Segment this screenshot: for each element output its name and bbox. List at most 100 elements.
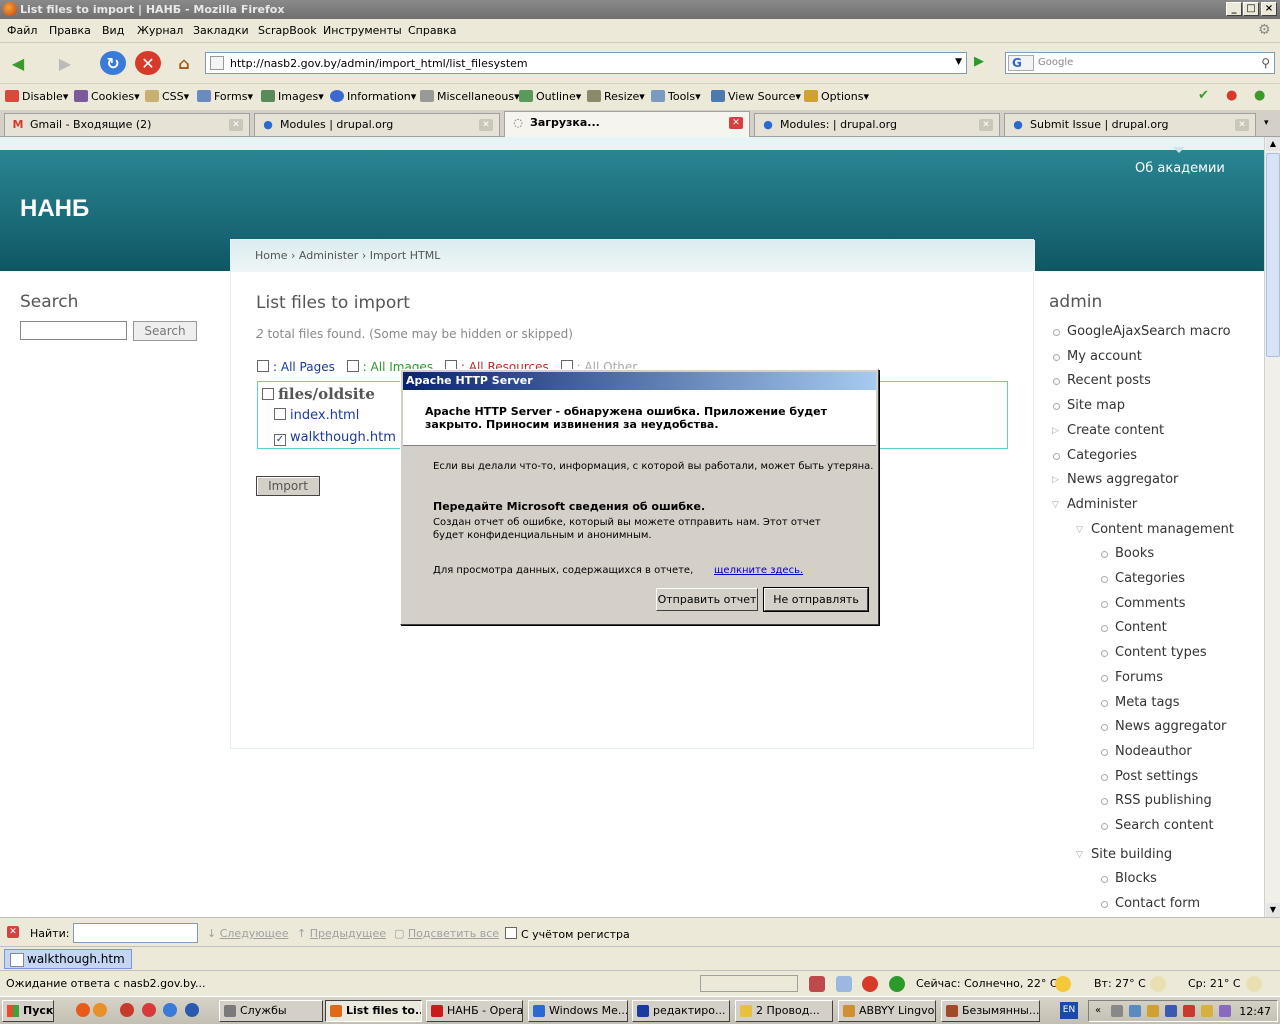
menu-help[interactable]: Справка <box>408 24 456 37</box>
admin-nav-item[interactable]: ▽ Site building <box>1076 847 1172 862</box>
window-title-bar[interactable]: List files to import | НАНБ - Mozilla Fi… <box>0 0 1280 19</box>
dev-outline[interactable]: Outline▾ <box>519 90 581 103</box>
url-bar[interactable]: http://nasb2.gov.by/admin/import_html/li… <box>205 52 967 74</box>
tab-close-icon[interactable]: ✕ <box>1235 119 1249 131</box>
menu-history[interactable]: Журнал <box>137 24 183 37</box>
tray-app-icon[interactable] <box>1147 1005 1159 1017</box>
dev-disable[interactable]: Disable▾ <box>5 90 68 103</box>
find-previous-button[interactable]: ↑ Предыдущее <box>297 927 386 940</box>
taskbar-item[interactable]: НАНБ - Opera <box>426 1000 523 1022</box>
menu-tools[interactable]: Инструменты <box>323 24 402 37</box>
dev-tools[interactable]: Tools▾ <box>651 90 701 103</box>
menu-scrapbook[interactable]: ScrapBook <box>258 24 317 37</box>
folder-checkbox[interactable] <box>262 388 274 400</box>
close-button[interactable]: × <box>1261 2 1277 16</box>
css-valid-icon[interactable]: ✔ <box>1198 88 1209 103</box>
taskbar-item[interactable]: ABBYY Lingvo <box>838 1000 936 1022</box>
back-arrow-icon[interactable]: ◀ <box>5 51 31 75</box>
import-button[interactable]: Import <box>256 476 320 496</box>
admin-nav-item[interactable]: News aggregator <box>1101 719 1226 734</box>
dialog-view-link[interactable]: щелкните здесь. <box>714 565 803 576</box>
find-input[interactable] <box>73 923 198 943</box>
site-search-input[interactable] <box>20 321 127 340</box>
scroll-thumb[interactable] <box>1266 153 1280 357</box>
scroll-up-icon[interactable]: ▲ <box>1266 137 1280 151</box>
forward-arrow-icon[interactable]: ▶ <box>52 51 78 75</box>
tab-close-icon[interactable]: ✕ <box>979 119 993 131</box>
weather-today[interactable]: Сейчас: Солнечно, 22° C <box>916 977 1058 990</box>
online-status-icon[interactable] <box>889 976 905 992</box>
maximize-button[interactable]: □ <box>1243 2 1259 16</box>
tray-antivirus-icon[interactable] <box>1183 1005 1195 1017</box>
go-arrow-icon[interactable]: ▶ <box>974 54 992 72</box>
reload-icon[interactable]: ↻ <box>100 51 126 75</box>
page-scrollbar[interactable]: ▲ ▼ <box>1264 137 1280 917</box>
admin-nav-item[interactable]: Books <box>1101 546 1154 561</box>
taskbar-item[interactable]: редактиро... <box>632 1000 730 1022</box>
tab-drupal-modules[interactable]: ● Modules | drupal.org ✕ <box>254 113 500 136</box>
admin-nav-item[interactable]: Nodeauthor <box>1101 744 1192 759</box>
html-valid-icon[interactable]: ● <box>1254 88 1265 103</box>
webdev-status-icon[interactable] <box>809 976 825 992</box>
quicklaunch-media-icon[interactable] <box>185 1003 199 1017</box>
search-icon[interactable]: ⚲ <box>1261 56 1270 70</box>
all-images-checkbox[interactable] <box>346 360 359 372</box>
dev-options[interactable]: Options▾ <box>804 90 869 103</box>
quicklaunch-firefox-icon[interactable] <box>76 1003 90 1017</box>
dont-send-button[interactable]: Не отправлять <box>763 587 869 612</box>
breadcrumb[interactable]: Home › Administer › Import HTML <box>231 240 1035 272</box>
start-button[interactable]: Пуск <box>2 1000 54 1022</box>
tab-close-icon[interactable]: ✕ <box>479 119 493 131</box>
menu-bookmarks[interactable]: Закладки <box>193 24 249 37</box>
quicklaunch-app-icon[interactable] <box>142 1003 156 1017</box>
scroll-down-icon[interactable]: ▼ <box>1266 903 1280 917</box>
tray-z-icon[interactable] <box>1165 1005 1177 1017</box>
all-pages-checkbox[interactable] <box>257 360 269 372</box>
admin-nav-item[interactable]: Search content <box>1101 818 1214 833</box>
tab-close-icon[interactable]: ✕ <box>229 119 243 131</box>
weather-wednesday[interactable]: Ср: 21° C <box>1188 977 1241 990</box>
quicklaunch-ie-icon[interactable] <box>163 1003 177 1017</box>
highlight-all-button[interactable]: ▢ Подсветить все <box>394 927 499 940</box>
dev-miscellaneous[interactable]: Miscellaneous▾ <box>420 90 520 103</box>
file-name[interactable]: walkthough.htm <box>290 430 396 445</box>
dev-forms[interactable]: Forms▾ <box>197 90 253 103</box>
admin-nav-item[interactable]: Content types <box>1101 645 1207 660</box>
admin-nav-item[interactable]: Categories <box>1053 448 1137 463</box>
send-report-button[interactable]: Отправить отчет <box>656 588 758 611</box>
stop-icon[interactable]: ✕ <box>135 51 161 75</box>
taskbar-item[interactable]: Windows Me... <box>528 1000 628 1022</box>
tab-loading[interactable]: ◌ Загрузка... ✕ <box>504 111 750 137</box>
language-indicator[interactable]: EN <box>1060 1002 1078 1019</box>
admin-nav-item[interactable]: GoogleAjaxSearch macro <box>1053 324 1231 339</box>
dev-cookies[interactable]: Cookies▾ <box>74 90 140 103</box>
url-dropdown-icon[interactable]: ▼ <box>955 57 962 67</box>
menu-view[interactable]: Вид <box>102 24 124 37</box>
search-engine-icon[interactable]: G <box>1008 55 1034 71</box>
tab-submit-issue[interactable]: ● Submit Issue | drupal.org ✕ <box>1004 113 1256 136</box>
admin-nav-item[interactable]: Blocks <box>1101 871 1157 886</box>
admin-nav-item[interactable]: Content <box>1101 620 1167 635</box>
admin-nav-item[interactable]: My account <box>1053 349 1142 364</box>
tab-close-icon[interactable]: ✕ <box>729 117 743 129</box>
search-bar[interactable]: G Google ⚲ <box>1005 52 1275 74</box>
weather-tuesday[interactable]: Вт: 27° C <box>1094 977 1146 990</box>
admin-nav-item[interactable]: RSS publishing <box>1101 793 1212 808</box>
quicklaunch-firefox2-icon[interactable] <box>93 1003 107 1017</box>
site-name[interactable]: НАНБ <box>20 195 89 223</box>
match-case-checkbox[interactable] <box>505 927 517 939</box>
admin-nav-item[interactable]: ▽ Content management <box>1076 522 1234 537</box>
site-search-button[interactable]: Search <box>133 321 197 341</box>
taskbar-item[interactable]: Безымянны... <box>941 1000 1040 1022</box>
tray-lock-icon[interactable] <box>1111 1005 1123 1017</box>
dialog-title[interactable]: Apache HTTP Server <box>403 372 876 390</box>
admin-nav-item[interactable]: Post settings <box>1101 769 1198 784</box>
admin-nav-item[interactable]: Meta tags <box>1101 695 1180 710</box>
dev-resize[interactable]: Resize▾ <box>587 90 645 103</box>
tray-printer-icon[interactable] <box>1201 1005 1213 1017</box>
admin-nav-item[interactable]: ▷ Create content <box>1052 423 1164 438</box>
download-item[interactable]: walkthough.htm <box>4 949 132 969</box>
menu-edit[interactable]: Правка <box>49 24 91 37</box>
minimize-button[interactable]: _ <box>1226 2 1242 16</box>
dev-view-source[interactable]: View Source▾ <box>711 90 801 103</box>
